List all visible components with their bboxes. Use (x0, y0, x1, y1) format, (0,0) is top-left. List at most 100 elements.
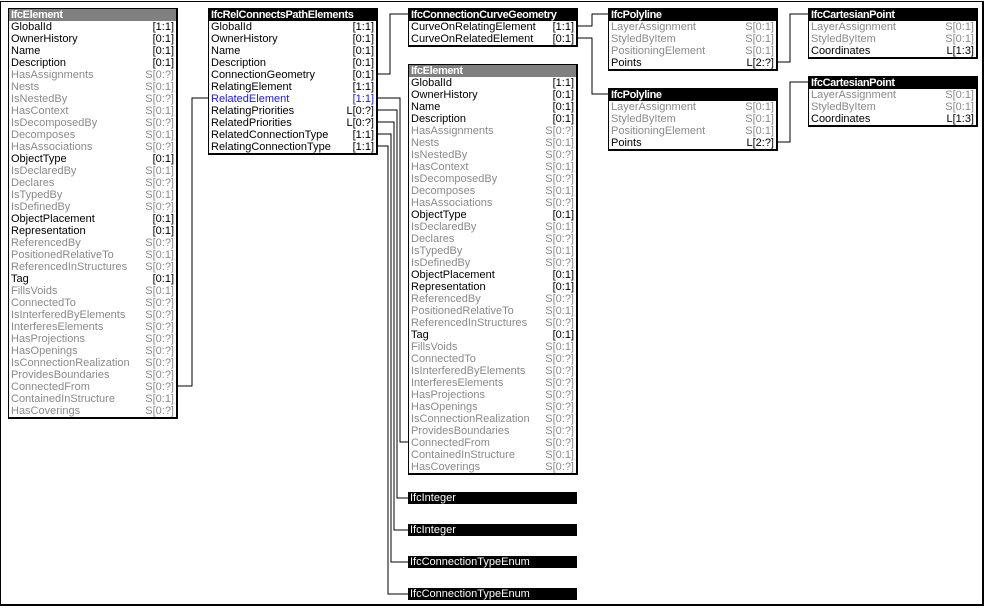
attribute-row[interactable]: LayerAssignment S[0:1] (609, 21, 776, 33)
entity-title[interactable]: IfcElement (9, 9, 176, 21)
attribute-row[interactable]: ObjectType [0:1] (409, 209, 576, 221)
attribute-row[interactable]: Description [0:1] (409, 113, 576, 125)
attribute-row[interactable]: PositioningElement S[0:1] (609, 45, 776, 57)
attribute-row[interactable]: IsDefinedBy S[0:?] (409, 257, 576, 269)
attribute-row[interactable]: Nests S[0:1] (9, 81, 176, 93)
attribute-row[interactable]: HasContext S[0:1] (409, 161, 576, 173)
attribute-row[interactable]: HasProjections S[0:?] (9, 333, 176, 345)
attribute-row[interactable]: PositioningElement S[0:1] (609, 125, 776, 137)
attribute-row[interactable]: Decomposes S[0:1] (9, 129, 176, 141)
attribute-row[interactable]: Representation [0:1] (409, 281, 576, 293)
attribute-row[interactable]: HasOpenings S[0:?] (409, 401, 576, 413)
attribute-row[interactable]: CurveOnRelatedElement [0:1] (409, 33, 576, 45)
attribute-row[interactable]: HasAssignments S[0:?] (409, 125, 576, 137)
entity-ifc-cartesian-point-1[interactable]: IfcCartesianPoint LayerAssignment S[0:1] St… (808, 8, 978, 59)
attribute-row[interactable]: Description [0:1] (9, 57, 176, 69)
attribute-row[interactable]: Representation [0:1] (9, 225, 176, 237)
attribute-row[interactable]: OwnerHistory [0:1] (209, 33, 376, 45)
entity-ifc-element-right[interactable]: IfcElement GlobalId [1:1] OwnerHistory [0:1]… (408, 64, 578, 475)
attribute-row[interactable]: IsConnectionRealization S[0:?] (9, 357, 176, 369)
attribute-row[interactable]: Tag [0:1] (409, 329, 576, 341)
entity-title[interactable]: IfcElement (409, 65, 576, 77)
attribute-row[interactable]: HasAssociations S[0:?] (409, 197, 576, 209)
attribute-row[interactable]: PositionedRelativeTo S[0:1] (9, 249, 176, 261)
attribute-row[interactable]: Coordinates L[1:3] (809, 113, 976, 125)
attribute-row[interactable]: RelatingConnectionType [1:1] (209, 141, 376, 153)
attribute-row[interactable]: GlobalId [1:1] (409, 77, 576, 89)
attribute-row[interactable]: IsTypedBy S[0:1] (409, 245, 576, 257)
entity-ifc-cartesian-point-2[interactable]: IfcCartesianPoint LayerAssignment S[0:1] St… (808, 76, 978, 127)
attribute-row[interactable]: ReferencedBy S[0:?] (9, 237, 176, 249)
attribute-row[interactable]: Points L[2:?] (609, 137, 776, 149)
attribute-row[interactable]: Points L[2:?] (609, 57, 776, 69)
attribute-row[interactable]: HasAssignments S[0:?] (9, 69, 176, 81)
attribute-row[interactable]: ContainedInStructure S[0:1] (409, 449, 576, 461)
attribute-row[interactable]: StyledByItem S[0:1] (809, 33, 976, 45)
attribute-row[interactable]: IsDeclaredBy S[0:1] (9, 165, 176, 177)
attribute-row[interactable]: Tag [0:1] (9, 273, 176, 285)
entity-title[interactable]: IfcPolyline (609, 89, 776, 101)
attribute-row[interactable]: LayerAssignment S[0:1] (609, 101, 776, 113)
attribute-row[interactable]: PositionedRelativeTo S[0:1] (409, 305, 576, 317)
type-ifc-integer-1[interactable]: IfcInteger (408, 492, 577, 504)
attribute-row[interactable]: FillsVoids S[0:1] (9, 285, 176, 297)
entity-title[interactable]: IfcRelConnectsPathElements (209, 9, 376, 21)
attribute-row[interactable]: ObjectPlacement [0:1] (9, 213, 176, 225)
attribute-row[interactable]: IsInterferedByElements S[0:?] (9, 309, 176, 321)
entity-ifc-element-left[interactable]: IfcElement GlobalId [1:1] OwnerHistory [0:1]… (8, 8, 178, 419)
entity-title[interactable]: IfcPolyline (609, 9, 776, 21)
entity-ifc-rel-connects-path-elements[interactable]: IfcRelConnectsPathElements GlobalId [1:1] O… (208, 8, 378, 155)
attribute-row[interactable]: RelatingPriorities L[0:?] (209, 105, 376, 117)
attribute-row[interactable]: CurveOnRelatingElement [1:1] (409, 21, 576, 33)
attribute-row[interactable]: IsConnectionRealization S[0:?] (409, 413, 576, 425)
attribute-row[interactable]: RelatedConnectionType [1:1] (209, 129, 376, 141)
attribute-row[interactable]: HasProjections S[0:?] (409, 389, 576, 401)
attribute-row[interactable]: HasOpenings S[0:?] (9, 345, 176, 357)
attribute-row[interactable]: ObjectPlacement [0:1] (409, 269, 576, 281)
attribute-row[interactable]: ConnectedTo S[0:?] (9, 297, 176, 309)
attribute-row[interactable]: HasContext S[0:1] (9, 105, 176, 117)
attribute-row[interactable]: Name [0:1] (209, 45, 376, 57)
attribute-row[interactable]: Decomposes S[0:1] (409, 185, 576, 197)
attribute-row[interactable]: Coordinates L[1:3] (809, 45, 976, 57)
attribute-row[interactable]: IsDecomposedBy S[0:?] (409, 173, 576, 185)
entity-title[interactable]: IfcConnectionCurveGeometry (409, 9, 576, 21)
attribute-row[interactable]: ProvidesBoundaries S[0:?] (9, 369, 176, 381)
attribute-row[interactable]: InterferesElements S[0:?] (9, 321, 176, 333)
attribute-row[interactable]: IsDeclaredBy S[0:1] (409, 221, 576, 233)
attribute-row[interactable]: HasCoverings S[0:?] (409, 461, 576, 473)
attribute-row[interactable]: Nests S[0:1] (409, 137, 576, 149)
attribute-row[interactable]: Description [0:1] (209, 57, 376, 69)
type-ifc-connection-type-enum-1[interactable]: IfcConnectionTypeEnum (408, 556, 577, 568)
attribute-row[interactable]: Declares S[0:?] (9, 177, 176, 189)
attribute-row[interactable]: OwnerHistory [0:1] (409, 89, 576, 101)
type-ifc-integer-2[interactable]: IfcInteger (408, 524, 577, 536)
attribute-row[interactable]: IsNestedBy S[0:?] (9, 93, 176, 105)
attribute-row[interactable]: ReferencedBy S[0:?] (409, 293, 576, 305)
attribute-row[interactable]: GlobalId [1:1] (209, 21, 376, 33)
attribute-row[interactable]: IsTypedBy S[0:1] (9, 189, 176, 201)
entity-ifc-connection-curve-geometry[interactable]: IfcConnectionCurveGeometry CurveOnRelatin… (408, 8, 578, 47)
attribute-row[interactable]: ContainedInStructure S[0:1] (9, 393, 176, 405)
attribute-row[interactable]: FillsVoids S[0:1] (409, 341, 576, 353)
attribute-row[interactable]: RelatingElement [1:1] (209, 81, 376, 93)
attribute-row[interactable]: GlobalId [1:1] (9, 21, 176, 33)
attribute-row[interactable]: ReferencedInStructures S[0:?] (9, 261, 176, 273)
attribute-row[interactable]: StyledByItem S[0:1] (609, 33, 776, 45)
attribute-row[interactable]: RelatedElement [1:1] (209, 93, 376, 105)
attribute-row[interactable]: OwnerHistory [0:1] (9, 33, 176, 45)
entity-title[interactable]: IfcCartesianPoint (809, 9, 976, 21)
entity-ifc-polyline-1[interactable]: IfcPolyline LayerAssignment S[0:1] StyledBy… (608, 8, 778, 71)
attribute-row[interactable]: RelatedPriorities L[0:?] (209, 117, 376, 129)
attribute-row[interactable]: HasCoverings S[0:?] (9, 405, 176, 417)
attribute-row[interactable]: HasAssociations S[0:?] (9, 141, 176, 153)
attribute-row[interactable]: Declares S[0:?] (409, 233, 576, 245)
entity-ifc-polyline-2[interactable]: IfcPolyline LayerAssignment S[0:1] StyledBy… (608, 88, 778, 151)
attribute-row[interactable]: IsDecomposedBy S[0:?] (9, 117, 176, 129)
entity-title[interactable]: IfcCartesianPoint (809, 77, 976, 89)
attribute-row[interactable]: StyledByItem S[0:1] (809, 101, 976, 113)
attribute-row[interactable]: ConnectedFrom S[0:?] (409, 437, 576, 449)
attribute-row[interactable]: InterferesElements S[0:?] (409, 377, 576, 389)
attribute-row[interactable]: Name [0:1] (409, 101, 576, 113)
attribute-row[interactable]: ConnectionGeometry [0:1] (209, 69, 376, 81)
